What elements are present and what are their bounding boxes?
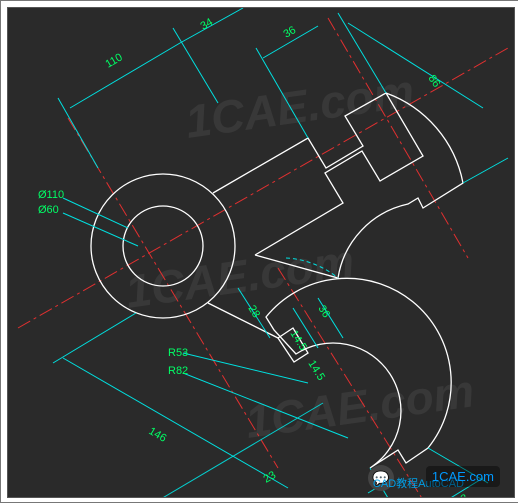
- watermark-3: 1CAE.com: [242, 364, 477, 448]
- dim-d60: Ø60: [38, 204, 59, 216]
- link-edge-b: [136, 313, 248, 497]
- dim-34: 34: [199, 16, 216, 33]
- dim-36a: 36: [282, 24, 299, 41]
- dim-23: 23: [262, 469, 279, 486]
- watermark-1: 1CAE.com: [182, 64, 417, 148]
- cad-svg: 1CAE.com 1CAE.com 1CAE.com: [8, 8, 514, 497]
- dim-r53: R53: [168, 347, 188, 359]
- dim-r82: R82: [168, 365, 188, 377]
- app-frame: 1CAE.com 1CAE.com 1CAE.com: [0, 0, 518, 503]
- dim-28: 28: [245, 303, 262, 320]
- dim-110: 110: [104, 51, 125, 70]
- site-brand[interactable]: 1CAE.com: [426, 466, 500, 487]
- dim-14-5b: 14.5: [305, 358, 327, 383]
- drawing-canvas: 1CAE.com 1CAE.com 1CAE.com: [7, 7, 515, 498]
- dim-d110: Ø110: [38, 189, 64, 201]
- dim-146: 146: [147, 425, 169, 445]
